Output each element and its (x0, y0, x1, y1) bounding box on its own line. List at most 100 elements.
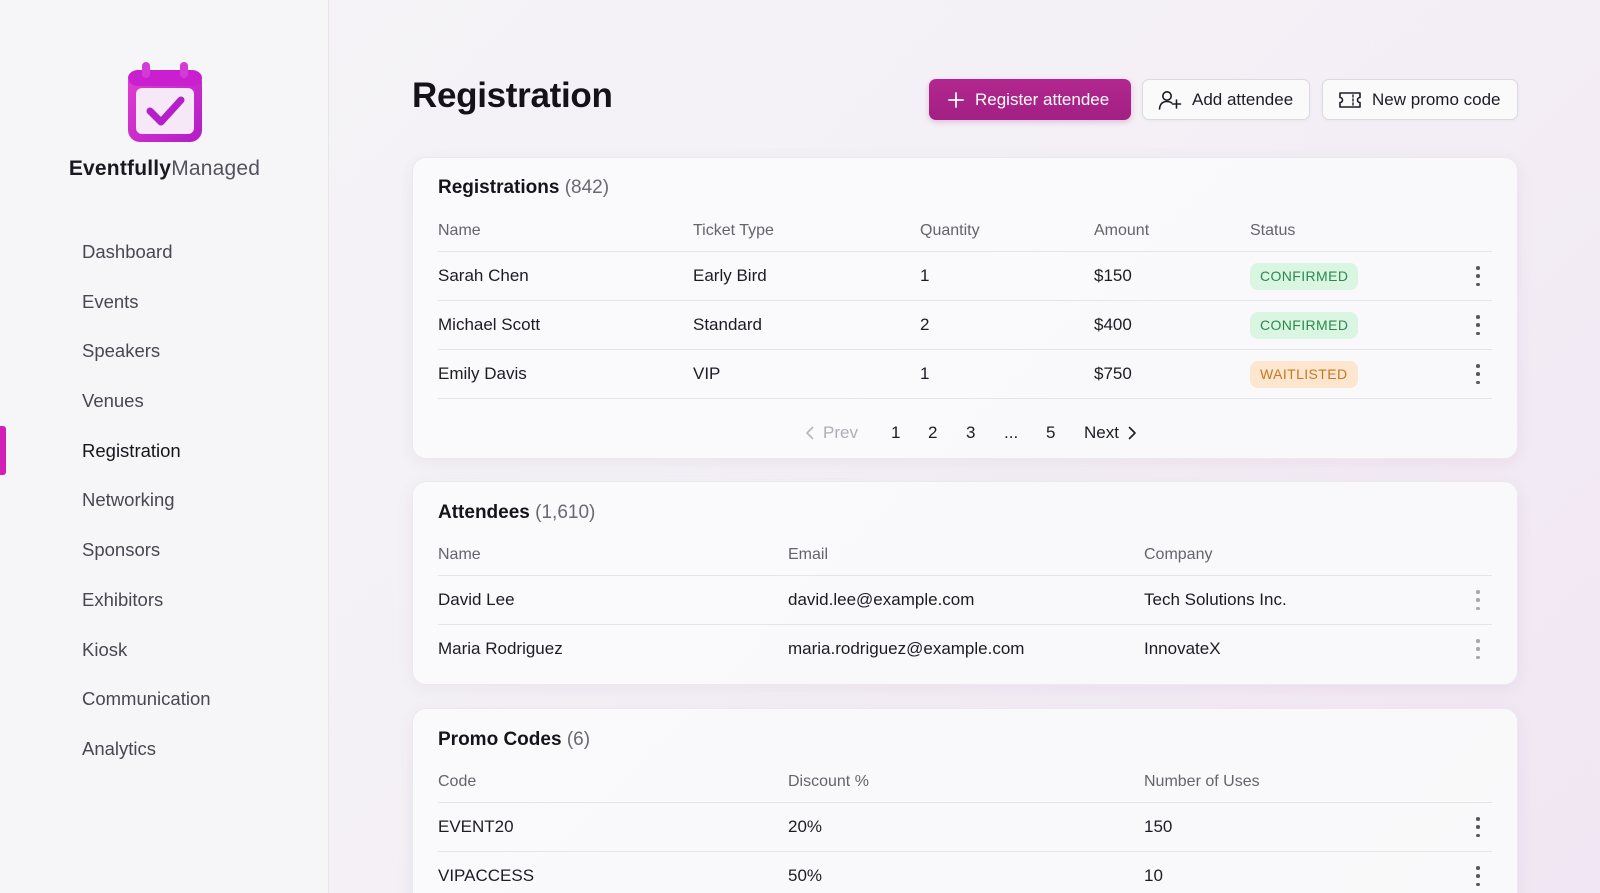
pagination-next-button[interactable]: Next (1084, 418, 1137, 448)
chevron-right-icon (1128, 426, 1136, 440)
promo-codes-count: (6) (566, 729, 591, 750)
ticket-icon (1339, 91, 1361, 108)
ticket-type: VIP (693, 364, 721, 383)
pagination-prev-label: Prev (823, 423, 858, 442)
quantity: 1 (920, 266, 930, 285)
brand-name-light: Managed (171, 157, 261, 180)
registrant-name: Michael Scott (438, 315, 541, 334)
attendees-title-text: Attendees (438, 502, 530, 523)
chevron-left-icon (806, 426, 814, 440)
amount: $400 (1094, 315, 1132, 334)
pagination-page-2[interactable]: 2 (928, 418, 937, 448)
promo-codes-card: Promo Codes (6) Code Discount % Number o… (412, 708, 1518, 893)
promo-uses: 150 (1144, 817, 1173, 836)
logo[interactable]: EventfullyManaged (0, 60, 329, 181)
column-header-status: Status (1250, 222, 1296, 239)
sidebar-item-sponsors[interactable]: Sponsors (0, 525, 329, 575)
sidebar-item-networking[interactable]: Networking (0, 475, 329, 525)
registrations-count: (842) (564, 177, 610, 198)
table-row[interactable]: Michael Scott Standard 2 $400 CONFIRMED (438, 300, 1492, 349)
pagination-prev-button[interactable]: Prev (805, 418, 858, 448)
promo-codes-table-header: Code Discount % Number of Uses (438, 773, 1492, 793)
promo-code: EVENT20 (438, 817, 514, 836)
more-options-icon[interactable] (1472, 817, 1484, 837)
sidebar-item-exhibitors[interactable]: Exhibitors (0, 575, 329, 625)
attendees-count: (1,610) (535, 502, 596, 523)
sidebar-nav: Dashboard Events Speakers Venues Registr… (0, 227, 329, 774)
sidebar-item-label: Networking (82, 489, 175, 511)
more-options-icon[interactable] (1472, 866, 1484, 886)
amount: $150 (1094, 266, 1132, 285)
sidebar-item-label: Venues (82, 390, 144, 412)
sidebar-item-label: Speakers (82, 340, 161, 362)
sidebar: EventfullyManaged Dashboard Events Speak… (0, 0, 329, 893)
page-title: Registration (412, 76, 613, 115)
column-header-discount: Discount % (788, 773, 869, 790)
promo-code: VIPACCESS (438, 866, 535, 885)
more-options-icon[interactable] (1472, 639, 1484, 659)
attendees-table-header: Name Email Company (438, 546, 1492, 566)
column-header-amount: Amount (1094, 222, 1150, 239)
attendee-company: InnovateX (1144, 639, 1221, 658)
sidebar-item-label: Dashboard (82, 241, 173, 262)
sidebar-item-label: Exhibitors (82, 588, 164, 610)
divider (438, 398, 1492, 399)
registrations-table-header: Name Ticket Type Quantity Amount Status (438, 222, 1492, 242)
register-attendee-button[interactable]: Register attendee (929, 79, 1131, 120)
pagination-ellipsis: ... (1004, 423, 1019, 442)
status-badge: CONFIRMED (1250, 311, 1359, 339)
quantity: 2 (920, 315, 930, 334)
attendee-email: david.lee@example.com (788, 590, 975, 609)
brand-name-bold: Eventfully (68, 157, 172, 180)
ticket-type: Early Bird (693, 266, 767, 285)
registrations-title-text: Registrations (438, 177, 560, 198)
calendar-check-icon (127, 62, 202, 142)
pagination: Prev 1 2 3 ... 5 Next (413, 418, 1517, 448)
pagination-page-3[interactable]: 3 (966, 418, 975, 448)
more-options-icon[interactable] (1472, 364, 1484, 384)
column-header-email: Email (788, 546, 829, 563)
sidebar-item-dashboard[interactable]: Dashboard (0, 227, 329, 277)
ticket-type: Standard (693, 315, 762, 334)
table-row[interactable]: Maria Rodriguez maria.rodriguez@example.… (438, 624, 1492, 673)
table-row[interactable]: EVENT20 20% 150 (438, 802, 1492, 851)
sidebar-item-events[interactable]: Events (0, 277, 329, 327)
table-row[interactable]: Sarah Chen Early Bird 1 $150 CONFIRMED (438, 251, 1492, 300)
sidebar-item-kiosk[interactable]: Kiosk (0, 625, 329, 675)
column-header-uses: Number of Uses (1144, 773, 1260, 790)
register-attendee-label: Register attendee (975, 89, 1110, 109)
promo-codes-title-text: Promo Codes (438, 729, 562, 750)
sidebar-item-label: Analytics (82, 737, 157, 759)
column-header-quantity: Quantity (920, 222, 980, 239)
sidebar-item-registration[interactable]: Registration (0, 425, 329, 476)
sidebar-item-speakers[interactable]: Speakers (0, 326, 329, 376)
more-options-icon[interactable] (1472, 266, 1484, 286)
new-promo-code-button[interactable]: New promo code (1322, 79, 1518, 120)
table-row[interactable]: VIPACCESS 50% 10 (438, 851, 1492, 893)
table-row[interactable]: Emily Davis VIP 1 $750 WAITLISTED (438, 349, 1492, 398)
brand-name: EventfullyManaged (0, 157, 329, 181)
attendees-card: Attendees (1,610) Name Email Company Dav… (412, 481, 1518, 685)
attendee-email: maria.rodriguez@example.com (788, 639, 1025, 658)
more-options-icon[interactable] (1472, 590, 1484, 610)
promo-discount: 20% (788, 817, 823, 836)
sidebar-item-venues[interactable]: Venues (0, 376, 329, 426)
new-promo-code-label: New promo code (1372, 89, 1501, 109)
add-attendee-button[interactable]: Add attendee (1142, 79, 1310, 120)
add-attendee-label: Add attendee (1192, 89, 1294, 109)
promo-discount: 50% (788, 866, 823, 885)
table-row[interactable]: David Lee david.lee@example.com Tech Sol… (438, 575, 1492, 624)
column-header-name: Name (438, 546, 481, 563)
column-header-name: Name (438, 222, 481, 239)
pagination-next-label: Next (1084, 423, 1119, 442)
sidebar-item-communication[interactable]: Communication (0, 674, 329, 724)
promo-codes-title: Promo Codes (6) (438, 729, 590, 751)
more-options-icon[interactable] (1472, 315, 1484, 335)
attendees-title: Attendees (1,610) (438, 502, 595, 524)
sidebar-item-analytics[interactable]: Analytics (0, 724, 329, 774)
pagination-page-5[interactable]: 5 (1046, 418, 1055, 448)
pagination-page-1[interactable]: 1 (891, 418, 900, 448)
status-badge: CONFIRMED (1250, 262, 1359, 290)
attendee-name: Maria Rodriguez (438, 639, 563, 658)
promo-uses: 10 (1144, 866, 1163, 885)
